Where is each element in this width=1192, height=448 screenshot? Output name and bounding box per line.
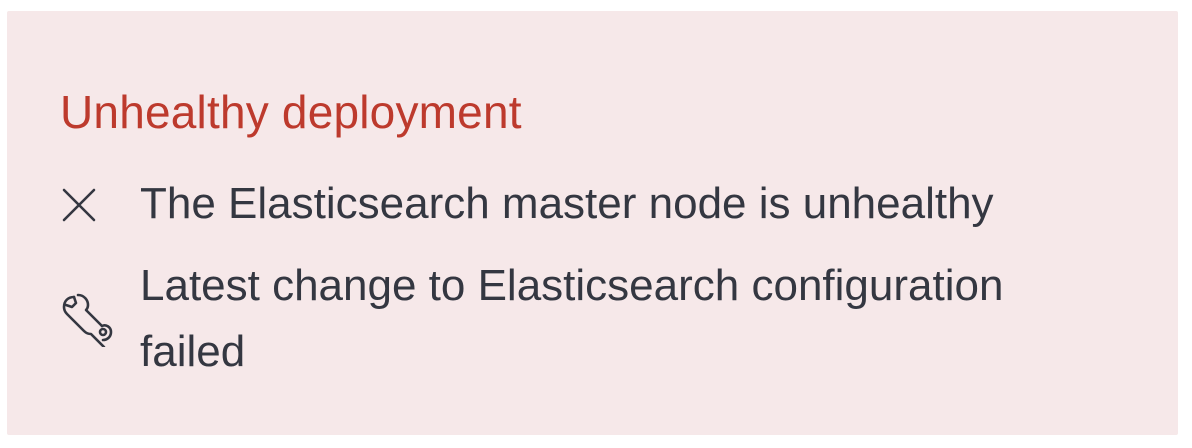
wrench-icon <box>60 289 120 349</box>
callout-title: Unhealthy deployment <box>60 86 522 138</box>
cross-icon <box>60 174 120 234</box>
health-issue-text: The Elasticsearch master node is unhealt… <box>140 179 994 228</box>
health-issue-item: Latest change to Elasticsearch configura… <box>60 253 1128 385</box>
health-issue-text: Latest change to Elasticsearch configura… <box>140 261 1004 376</box>
unhealthy-deployment-callout: Unhealthy deployment The Elasticsearch m… <box>7 11 1178 435</box>
health-issue-item: The Elasticsearch master node is unhealt… <box>60 171 1128 237</box>
